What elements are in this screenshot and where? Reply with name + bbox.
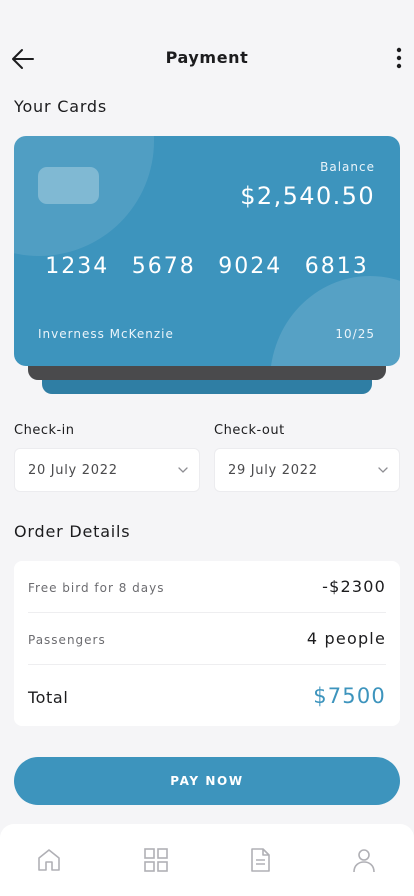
checkin-date-select[interactable]: 20 July 2022 — [14, 448, 200, 492]
total-label: Total — [28, 688, 69, 707]
balance-label: Balance — [320, 160, 375, 174]
order-details-card: Free bird for 8 days -$2300 Passengers 4… — [14, 561, 400, 726]
checkin-label: Check-in — [14, 423, 75, 438]
order-row: Free bird for 8 days -$2300 — [28, 561, 386, 613]
more-vertical-icon[interactable] — [392, 44, 406, 72]
payment-screen: Payment Your Cards Balance $2,540.50 123… — [0, 0, 414, 896]
checkout-date-select[interactable]: 29 July 2022 — [214, 448, 400, 492]
checkin-date-value: 20 July 2022 — [28, 463, 118, 478]
chevron-down-icon — [378, 467, 388, 473]
card-number-group: 1234 — [45, 254, 110, 279]
order-item-label: Free bird for 8 days — [28, 581, 165, 595]
order-item-label: Passengers — [28, 633, 106, 647]
home-icon[interactable] — [35, 846, 63, 874]
chevron-down-icon — [178, 467, 188, 473]
checkout-label: Check-out — [214, 423, 285, 438]
pay-now-button[interactable]: PAY NOW — [14, 757, 400, 805]
balance-value: $2,540.50 — [240, 182, 375, 210]
your-cards-heading: Your Cards — [14, 97, 108, 116]
order-row: Passengers 4 people — [28, 613, 386, 665]
order-item-amount: -$2300 — [322, 577, 386, 596]
card-number-group: 9024 — [218, 254, 283, 279]
document-icon[interactable] — [246, 846, 274, 874]
order-details-heading: Order Details — [14, 522, 131, 541]
card-holder-name: Inverness McKenzie — [38, 327, 174, 341]
bottom-nav — [0, 824, 414, 896]
card-number: 1234 5678 9024 6813 — [14, 254, 400, 279]
card-number-group: 5678 — [131, 254, 196, 279]
card-expiry: 10/25 — [335, 327, 375, 341]
credit-card[interactable]: Balance $2,540.50 1234 5678 9024 6813 In… — [14, 136, 400, 366]
card-number-group: 6813 — [304, 254, 369, 279]
user-icon[interactable] — [350, 846, 378, 874]
order-item-amount: 4 people — [306, 629, 386, 648]
grid-icon[interactable] — [142, 846, 170, 874]
header: Payment — [0, 38, 414, 78]
total-amount: $7500 — [313, 684, 386, 708]
page-title: Payment — [165, 48, 249, 67]
checkout-date-value: 29 July 2022 — [228, 463, 318, 478]
card-decoration — [270, 276, 400, 366]
card-chip-icon — [38, 167, 99, 204]
